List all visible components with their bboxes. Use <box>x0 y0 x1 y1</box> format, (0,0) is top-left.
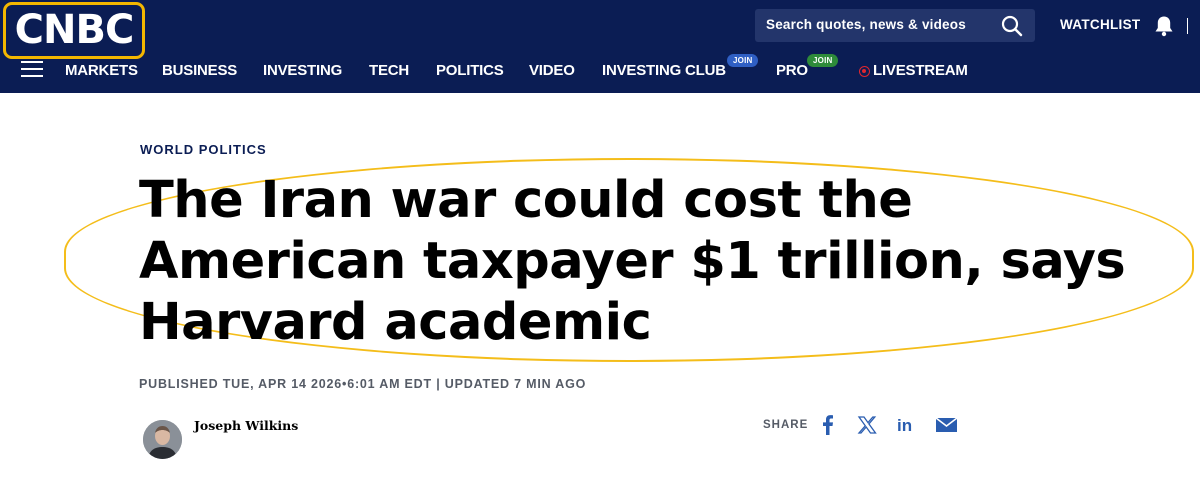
published-timestamp: PUBLISHED TUE, APR 14 2026•6:01 AM EDT |… <box>139 377 587 391</box>
header-divider <box>1187 18 1188 34</box>
search-icon[interactable] <box>1000 14 1024 38</box>
site-header: CNBC Search quotes, news & videos WATCHL… <box>0 0 1200 93</box>
email-icon[interactable] <box>935 414 958 436</box>
facebook-icon[interactable] <box>820 414 836 436</box>
author-avatar[interactable] <box>143 420 182 459</box>
article-section-link[interactable]: WORLD POLITICS <box>140 142 267 157</box>
linkedin-icon[interactable]: in <box>897 414 917 436</box>
live-icon <box>859 66 870 77</box>
search-input[interactable]: Search quotes, news & videos <box>755 9 1035 42</box>
nav-video[interactable]: VIDEO <box>529 62 575 79</box>
investing-club-join-badge[interactable]: JOIN <box>727 54 759 67</box>
pro-join-badge[interactable]: JOIN <box>807 54 839 67</box>
svg-text:in: in <box>897 416 912 435</box>
cnbc-logo[interactable]: CNBC <box>3 2 145 59</box>
bell-icon[interactable] <box>1152 14 1176 38</box>
x-icon[interactable] <box>857 414 877 436</box>
search-placeholder: Search quotes, news & videos <box>766 17 966 32</box>
nav-livestream[interactable]: LIVESTREAM <box>873 62 968 79</box>
menu-icon[interactable] <box>21 61 43 81</box>
watchlist-link[interactable]: WATCHLIST <box>1060 17 1140 32</box>
nav-markets[interactable]: MARKETS <box>65 62 138 79</box>
nav-politics[interactable]: POLITICS <box>436 62 504 79</box>
nav-business[interactable]: BUSINESS <box>162 62 237 79</box>
nav-investing[interactable]: INVESTING <box>263 62 342 79</box>
share-label: SHARE <box>763 419 809 431</box>
author-name[interactable]: Joseph Wilkins <box>194 418 298 433</box>
nav-pro[interactable]: PRO <box>776 62 808 79</box>
nav-investing-club[interactable]: INVESTING CLUB <box>602 62 726 79</box>
article-headline: The Iran war could cost the American tax… <box>139 171 1126 352</box>
nav-tech[interactable]: TECH <box>369 62 409 79</box>
